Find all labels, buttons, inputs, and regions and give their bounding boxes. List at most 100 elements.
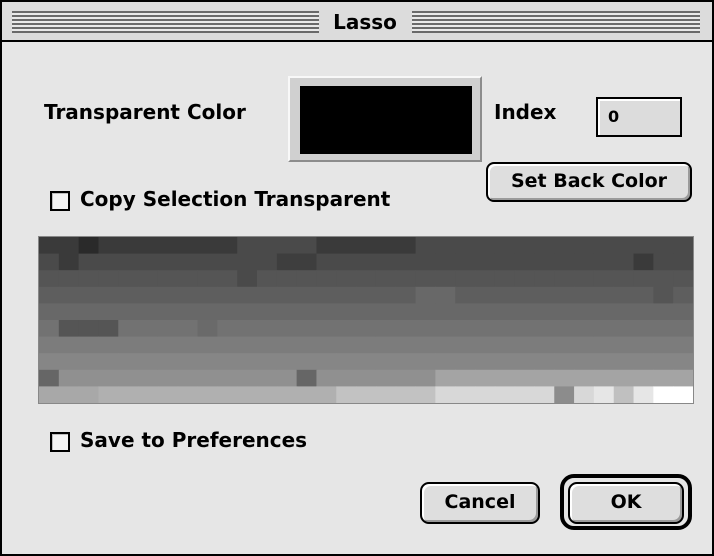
preview-pixel [593, 386, 615, 403]
preview-pixel [336, 353, 357, 371]
preview-pixel [276, 336, 298, 354]
save-to-preferences-checkbox[interactable] [50, 432, 70, 452]
preview-pixel [375, 270, 397, 288]
preview-pixel [514, 369, 536, 387]
preview-pixel [197, 303, 218, 321]
preview-pixel [177, 253, 199, 271]
preview-pixel [296, 386, 318, 403]
index-label: Index [494, 100, 557, 124]
preview-pixel [257, 237, 278, 255]
preview-pixel [613, 270, 635, 288]
preview-pixel [217, 320, 238, 338]
preview-pixel [257, 303, 278, 321]
preview-pixel [237, 303, 258, 321]
preview-pixel [494, 336, 516, 354]
preview-pixel [613, 237, 635, 255]
preview-pixel [613, 369, 635, 387]
set-back-color-button[interactable]: Set Back Color [486, 162, 692, 202]
preview-pixel [514, 237, 536, 255]
preview-pixel [415, 270, 436, 288]
copy-selection-transparent-checkbox[interactable] [50, 191, 70, 211]
preview-pixel [39, 237, 60, 255]
preview-pixel [475, 353, 496, 371]
preview-pixel [316, 237, 337, 255]
transparent-color-swatch[interactable] [300, 86, 472, 154]
preview-pixel [276, 286, 298, 304]
preview-pixel [673, 253, 693, 271]
ok-button[interactable]: OK [568, 482, 684, 524]
preview-pixel [395, 253, 417, 271]
preview-pixel [177, 386, 199, 403]
preview-pixel [257, 369, 278, 387]
preview-pixel [157, 386, 179, 403]
preview-pixel [157, 270, 179, 288]
preview-pixel [356, 336, 377, 354]
preview-pixel [118, 286, 139, 304]
preview-pixel [475, 369, 496, 387]
preview-pixel [534, 386, 555, 403]
preview-pixel [316, 320, 337, 338]
preview-pixel [58, 237, 80, 255]
preview-pixel [98, 286, 119, 304]
preview-pixel [653, 253, 674, 271]
preview-pixel [336, 303, 357, 321]
preview-pixel [237, 286, 258, 304]
preview-pixel [257, 320, 278, 338]
title-bar[interactable]: Lasso [2, 2, 712, 42]
preview-pixel [58, 270, 80, 288]
preview-pixel [375, 303, 397, 321]
preview-pixel [138, 369, 159, 387]
preview-pixel [375, 353, 397, 371]
preview-pixel [395, 386, 417, 403]
preview-pixel [98, 270, 119, 288]
preview-pixel [296, 336, 318, 354]
preview-pixel [534, 237, 555, 255]
title-bar-stripes-left [12, 11, 319, 33]
window-title: Lasso [322, 7, 408, 37]
preview-pixel [673, 286, 693, 304]
preview-pixel [157, 253, 179, 271]
preview-pixel [177, 320, 199, 338]
preview-pixel [276, 369, 298, 387]
preview-pixel [534, 336, 555, 354]
preview-pixel [455, 353, 476, 371]
preview-pixel [118, 237, 139, 255]
preview-pixel [375, 237, 397, 255]
preview-pixel [455, 336, 476, 354]
preview-pixel [633, 303, 654, 321]
preview-pixel [316, 386, 337, 403]
preview-pixel [39, 369, 60, 387]
preview-pixel [673, 336, 693, 354]
preview-pixel [138, 253, 159, 271]
preview-pixel [39, 353, 60, 371]
preview-pixel [58, 320, 80, 338]
preview-pixel [316, 369, 337, 387]
preview-pixel [435, 320, 456, 338]
cancel-button[interactable]: Cancel [420, 482, 540, 524]
preview-pixel [177, 303, 199, 321]
preview-pixel [613, 320, 635, 338]
preview-pixel [633, 320, 654, 338]
preview-pixel [157, 286, 179, 304]
preview-pixel [237, 336, 258, 354]
index-field[interactable]: 0 [596, 97, 682, 137]
preview-pixel [217, 270, 238, 288]
preview-pixel [257, 353, 278, 371]
preview-pixel [237, 237, 258, 255]
preview-pixel [673, 320, 693, 338]
preview-pixel [296, 320, 318, 338]
preview-pixel [257, 336, 278, 354]
save-to-preferences-label: Save to Preferences [80, 428, 308, 452]
preview-pixel [197, 386, 218, 403]
preview-pixel [356, 386, 377, 403]
preview-pixel [336, 336, 357, 354]
preview-pixel [138, 303, 159, 321]
preview-pixel [435, 353, 456, 371]
preview-pixel [237, 253, 258, 271]
preview-pixel [534, 253, 555, 271]
preview-pixel [157, 353, 179, 371]
preview-pixel [217, 336, 238, 354]
preview-pixel [197, 253, 218, 271]
preview-pixel [395, 336, 417, 354]
preview-pixel [633, 353, 654, 371]
